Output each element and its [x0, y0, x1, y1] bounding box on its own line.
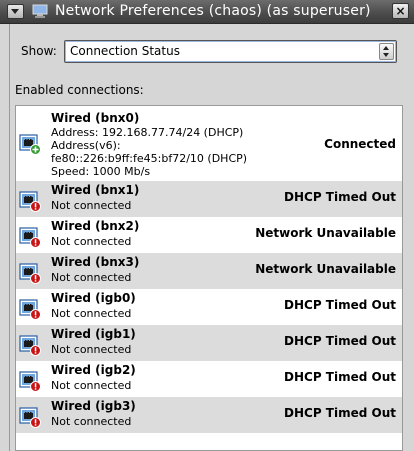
connection-detail: Speed: 1000 Mb/s [51, 165, 151, 178]
connection-detail: Address: 192.168.77.74/24 (DHCP) [51, 126, 244, 139]
error-badge-icon [30, 273, 41, 284]
connection-row[interactable]: Wired (bnx3) Not connected Network Unavail… [16, 253, 402, 289]
connection-detail: Not connected [51, 271, 132, 284]
connection-status: DHCP Timed Out [284, 190, 396, 204]
connection-status: Network Unavailable [255, 262, 396, 276]
select-arrows-icon[interactable] [379, 43, 394, 60]
connection-detail: Not connected [51, 415, 132, 428]
window-title: Network Preferences (chaos) (as superuse… [55, 3, 371, 19]
connection-status: DHCP Timed Out [284, 406, 396, 420]
connection-name: Wired (bnx1) [51, 183, 140, 197]
connection-name: Wired (igb3) [51, 399, 136, 413]
connections-list[interactable]: Wired (bnx0) Address: 192.168.77.74/24 (D… [15, 105, 403, 451]
connection-detail: Address(v6): [51, 139, 121, 152]
connection-status: DHCP Timed Out [284, 334, 396, 348]
show-select-value: Connection Status [70, 44, 180, 58]
network-icon [32, 4, 48, 18]
connection-row[interactable]: Wired (igb1) Not connected DHCP Timed Out [16, 325, 402, 361]
connection-name: Wired (bnx2) [51, 219, 140, 233]
window-menu-button[interactable] [7, 4, 24, 19]
connection-row[interactable]: Wired (igb3) Not connected DHCP Timed Out [16, 397, 402, 433]
error-badge-icon [30, 201, 41, 212]
error-badge-icon [30, 381, 41, 392]
connection-row[interactable]: Wired (bnx0) Address: 192.168.77.74/24 (D… [16, 106, 402, 181]
connection-row[interactable]: Wired (igb2) Not connected DHCP Timed Out [16, 361, 402, 397]
connection-detail: Not connected [51, 379, 132, 392]
enabled-connections-label: Enabled connections: [15, 83, 144, 97]
show-label: Show: [21, 44, 57, 58]
connection-detail: Not connected [51, 307, 132, 320]
connection-status: DHCP Timed Out [284, 298, 396, 312]
error-badge-icon [30, 237, 41, 248]
connection-name: Wired (bnx0) [51, 111, 140, 125]
connection-status: Connected [324, 137, 396, 151]
connection-name: Wired (igb2) [51, 363, 136, 377]
connection-status: DHCP Timed Out [284, 370, 396, 384]
connection-row[interactable]: Wired (bnx2) Not connected Network Unavail… [16, 217, 402, 253]
plus-badge-icon [30, 144, 41, 155]
connection-name: Wired (igb1) [51, 327, 136, 341]
connection-status: Network Unavailable [255, 226, 396, 240]
close-icon[interactable]: × [392, 3, 409, 19]
connection-detail: Not connected [51, 343, 132, 356]
background-window-edge [0, 24, 10, 451]
connection-name: Wired (igb0) [51, 291, 136, 305]
connection-detail: Not connected [51, 235, 132, 248]
connection-name: Wired (bnx3) [51, 255, 140, 269]
error-badge-icon [30, 417, 41, 428]
connection-detail: Not connected [51, 199, 132, 212]
error-badge-icon [30, 309, 41, 320]
connection-detail: fe80::226:b9ff:fe45:bf72/10 (DHCP) [51, 152, 248, 165]
show-select[interactable]: Connection Status [64, 40, 397, 63]
window-titlebar[interactable]: Network Preferences (chaos) (as superuse… [0, 0, 414, 24]
connection-row[interactable]: Wired (igb0) Not connected DHCP Timed Out [16, 289, 402, 325]
error-badge-icon [30, 345, 41, 356]
connection-row[interactable]: Wired (bnx1) Not connected DHCP Timed Out [16, 181, 402, 217]
